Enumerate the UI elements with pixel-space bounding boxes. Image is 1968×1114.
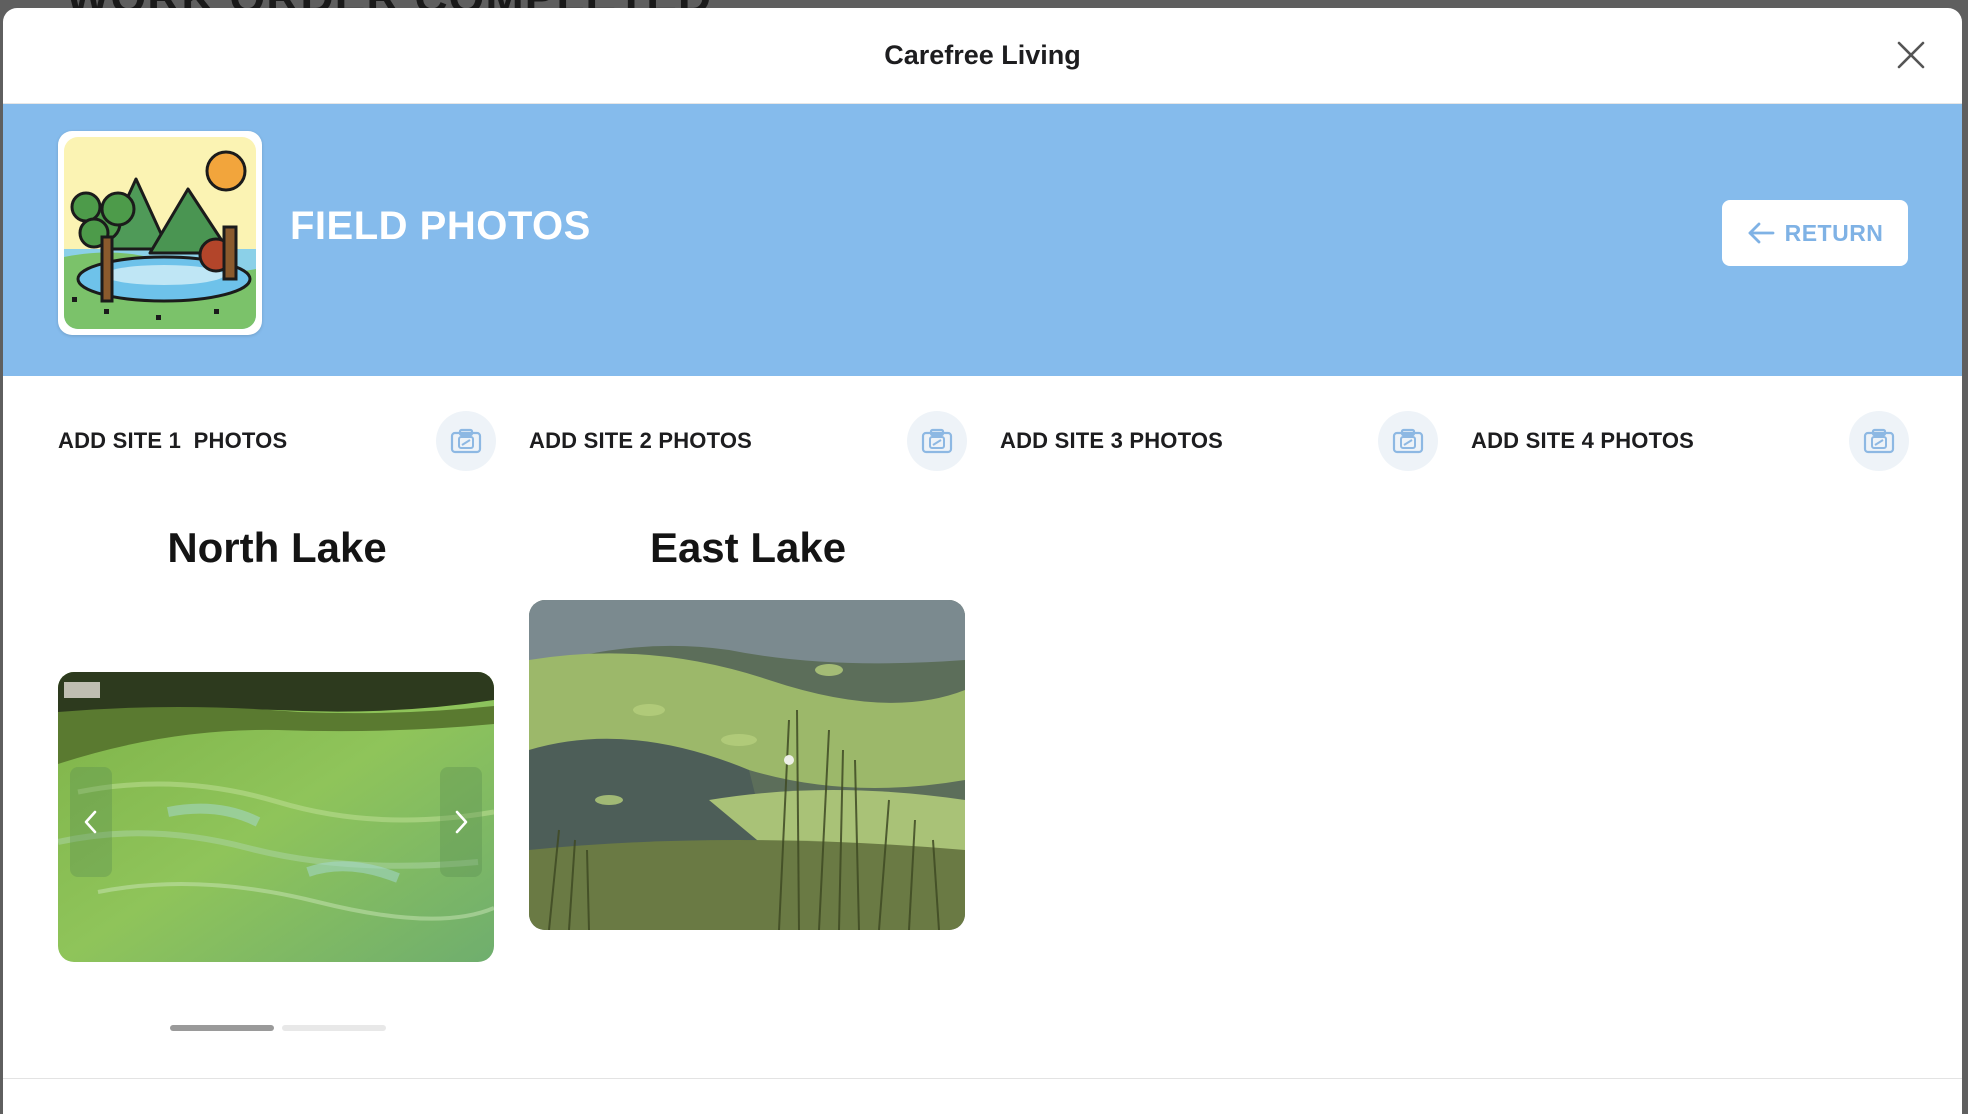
camera-button[interactable] <box>907 411 967 471</box>
carousel-prev-button[interactable] <box>70 767 112 877</box>
app-logo <box>58 131 262 335</box>
carousel-indicators <box>170 1025 386 1031</box>
camera-button[interactable] <box>1849 411 1909 471</box>
north-lake-photo[interactable] <box>58 672 494 962</box>
carousel-next-button[interactable] <box>440 767 482 877</box>
close-button[interactable] <box>1894 38 1928 72</box>
camera-icon <box>1863 428 1895 454</box>
lake-photo-image <box>58 672 494 962</box>
return-label: RETURN <box>1784 219 1884 246</box>
modal-header: Carefree Living <box>3 8 1962 104</box>
gallery-title-north-lake: North Lake <box>167 524 387 571</box>
carousel-indicator-1[interactable] <box>170 1025 274 1031</box>
lake-photo-image <box>529 600 965 930</box>
field-photos-banner: FIELD PHOTOS RETURN <box>3 104 1962 376</box>
site-label: ADD SITE 1 PHOTOS <box>58 428 288 453</box>
close-icon <box>1897 41 1925 69</box>
camera-button[interactable] <box>1378 411 1438 471</box>
modal-title: Carefree Living <box>884 40 1081 70</box>
add-site-4-photos[interactable]: ADD SITE 4 PHOTOS <box>1471 410 1909 472</box>
return-button[interactable]: RETURN <box>1722 200 1908 266</box>
site-label: ADD SITE 4 PHOTOS <box>1471 428 1695 453</box>
arrow-left-icon <box>1748 222 1774 244</box>
site-photo-actions: ADD SITE 1 PHOTOS ADD SITE 2 PHOTOS ADD … <box>58 410 1914 472</box>
carousel-indicator-2[interactable] <box>282 1025 386 1031</box>
camera-icon <box>1392 428 1424 454</box>
camera-icon <box>921 428 953 454</box>
add-site-2-photos[interactable]: ADD SITE 2 PHOTOS <box>529 410 967 472</box>
chevron-right-icon <box>455 810 468 834</box>
site-label: ADD SITE 3 PHOTOS <box>1000 428 1224 453</box>
camera-button[interactable] <box>436 411 496 471</box>
lake-landscape-icon <box>64 137 256 329</box>
east-lake-photo[interactable] <box>529 600 965 930</box>
add-site-1-photos[interactable]: ADD SITE 1 PHOTOS <box>58 410 496 472</box>
field-photos-modal: Carefree Living FIELD PHOTOS RETURN ADD … <box>3 8 1962 1114</box>
add-site-3-photos[interactable]: ADD SITE 3 PHOTOS <box>1000 410 1438 472</box>
chevron-left-icon <box>84 810 97 834</box>
modal-footer-divider <box>3 1078 1962 1079</box>
gallery-title-east-lake: East Lake <box>649 524 847 571</box>
site-label: ADD SITE 2 PHOTOS <box>529 428 753 453</box>
camera-icon <box>450 428 482 454</box>
banner-title: FIELD PHOTOS <box>290 204 591 248</box>
